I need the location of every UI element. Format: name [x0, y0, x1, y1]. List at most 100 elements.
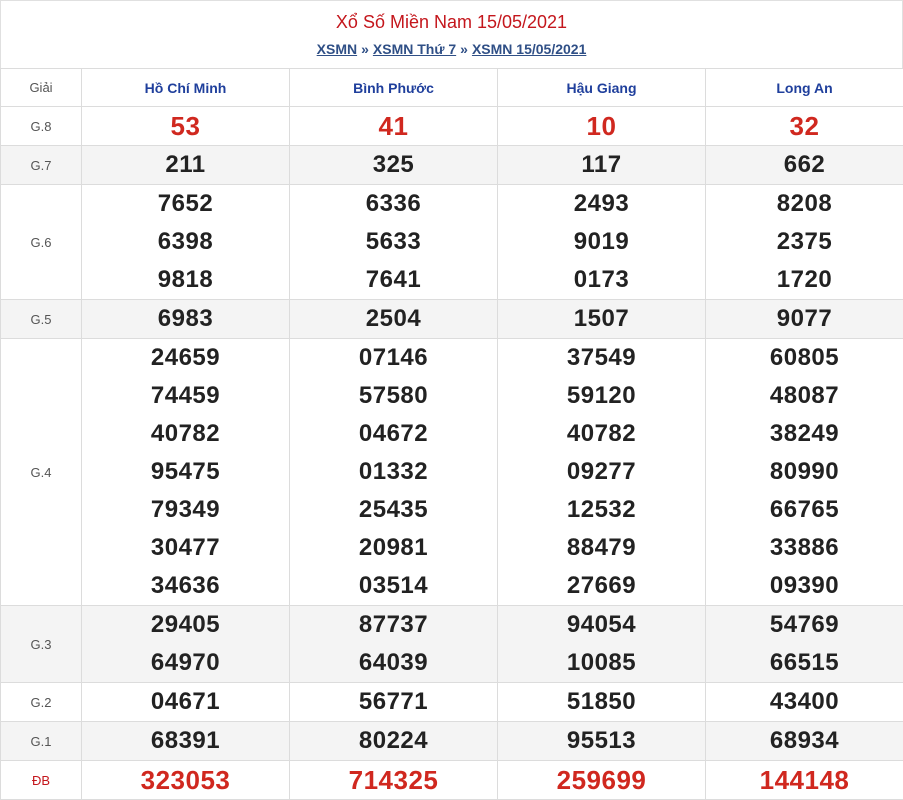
result-cell: 6983: [82, 300, 290, 339]
result-number: 74459: [82, 377, 289, 415]
results-body: G.853411032G.7211325117662G.676526398981…: [1, 107, 903, 800]
prize-label: G.8: [1, 107, 82, 146]
result-number: 9019: [498, 223, 705, 261]
result-number: 80224: [290, 722, 497, 760]
result-number: 09277: [498, 453, 705, 491]
result-number: 34636: [82, 567, 289, 605]
result-cell: 5476966515: [706, 606, 903, 683]
result-number: 29405: [82, 606, 289, 644]
table-header-row: Giải Hồ Chí Minh Bình Phước Hậu Giang Lo…: [1, 69, 903, 107]
result-number: 01332: [290, 453, 497, 491]
result-number: 1507: [498, 300, 705, 338]
result-cell: 07146575800467201332254352098103514: [290, 339, 498, 606]
result-number: 66515: [706, 644, 903, 682]
result-cell: 10: [498, 107, 706, 146]
result-cell: 714325: [290, 761, 498, 800]
result-number: 211: [82, 146, 289, 184]
table-row: G.56983250415079077: [1, 300, 903, 339]
table-row: G.204671567715185043400: [1, 683, 903, 722]
result-number: 43400: [706, 683, 903, 721]
breadcrumb-separator: »: [460, 41, 468, 57]
result-cell: 249390190173: [498, 185, 706, 300]
result-number: 5633: [290, 223, 497, 261]
table-row: G.7211325117662: [1, 146, 903, 185]
page-header: Xổ Số Miền Nam 15/05/2021 XSMN»XSMN Thứ …: [0, 0, 903, 68]
result-cell: 662: [706, 146, 903, 185]
result-number: 64039: [290, 644, 497, 682]
result-number: 7652: [82, 185, 289, 223]
result-number: 32: [706, 107, 903, 145]
result-cell: 68934: [706, 722, 903, 761]
result-number: 95475: [82, 453, 289, 491]
result-cell: 60805480873824980990667653388609390: [706, 339, 903, 606]
result-number: 12532: [498, 491, 705, 529]
result-number: 48087: [706, 377, 903, 415]
result-cell: 80224: [290, 722, 498, 761]
result-number: 57580: [290, 377, 497, 415]
result-number: 09390: [706, 567, 903, 605]
result-number: 10085: [498, 644, 705, 682]
breadcrumb-link-xsmn[interactable]: XSMN: [317, 41, 357, 57]
result-number: 117: [498, 146, 705, 184]
result-number: 33886: [706, 529, 903, 567]
table-row: ĐB323053714325259699144148: [1, 761, 903, 800]
result-number: 6398: [82, 223, 289, 261]
result-number: 323053: [82, 761, 289, 799]
result-cell: 144148: [706, 761, 903, 800]
result-number: 325: [290, 146, 497, 184]
prize-label: G.2: [1, 683, 82, 722]
result-number: 7641: [290, 261, 497, 299]
result-number: 30477: [82, 529, 289, 567]
result-number: 41: [290, 107, 497, 145]
result-number: 9077: [706, 300, 903, 338]
breadcrumb: XSMN»XSMN Thứ 7»XSMN 15/05/2021: [1, 40, 902, 58]
result-number: 1720: [706, 261, 903, 299]
province-header: Hậu Giang: [498, 69, 706, 107]
result-number: 07146: [290, 339, 497, 377]
result-number: 38249: [706, 415, 903, 453]
prize-label: ĐB: [1, 761, 82, 800]
province-header: Hồ Chí Minh: [82, 69, 290, 107]
result-cell: 259699: [498, 761, 706, 800]
result-cell: 04671: [82, 683, 290, 722]
result-number: 03514: [290, 567, 497, 605]
result-cell: 95513: [498, 722, 706, 761]
breadcrumb-link-xsmn-date[interactable]: XSMN 15/05/2021: [472, 41, 586, 57]
result-number: 2493: [498, 185, 705, 223]
result-number: 2504: [290, 300, 497, 338]
result-number: 80990: [706, 453, 903, 491]
results-table: Giải Hồ Chí Minh Bình Phước Hậu Giang Lo…: [0, 68, 903, 800]
prize-column-header: Giải: [1, 69, 82, 107]
result-cell: 41: [290, 107, 498, 146]
result-number: 37549: [498, 339, 705, 377]
breadcrumb-link-xsmn-thu-7[interactable]: XSMN Thứ 7: [373, 41, 456, 57]
result-number: 04672: [290, 415, 497, 453]
result-cell: 633656337641: [290, 185, 498, 300]
result-number: 79349: [82, 491, 289, 529]
result-number: 0173: [498, 261, 705, 299]
province-header: Long An: [706, 69, 903, 107]
result-cell: 53: [82, 107, 290, 146]
page-title: Xổ Số Miền Nam 15/05/2021: [1, 1, 902, 33]
result-cell: 9077: [706, 300, 903, 339]
result-number: 95513: [498, 722, 705, 760]
result-cell: 820823751720: [706, 185, 903, 300]
result-number: 8208: [706, 185, 903, 223]
breadcrumb-separator: »: [361, 41, 369, 57]
result-cell: 43400: [706, 683, 903, 722]
result-number: 6983: [82, 300, 289, 338]
result-cell: 2940564970: [82, 606, 290, 683]
result-number: 53: [82, 107, 289, 145]
table-row: G.168391802249551368934: [1, 722, 903, 761]
result-number: 54769: [706, 606, 903, 644]
prize-label: G.3: [1, 606, 82, 683]
result-cell: 9405410085: [498, 606, 706, 683]
result-cell: 323053: [82, 761, 290, 800]
result-number: 68391: [82, 722, 289, 760]
result-cell: 32: [706, 107, 903, 146]
result-number: 9818: [82, 261, 289, 299]
result-number: 64970: [82, 644, 289, 682]
result-number: 6336: [290, 185, 497, 223]
result-number: 66765: [706, 491, 903, 529]
result-number: 259699: [498, 761, 705, 799]
